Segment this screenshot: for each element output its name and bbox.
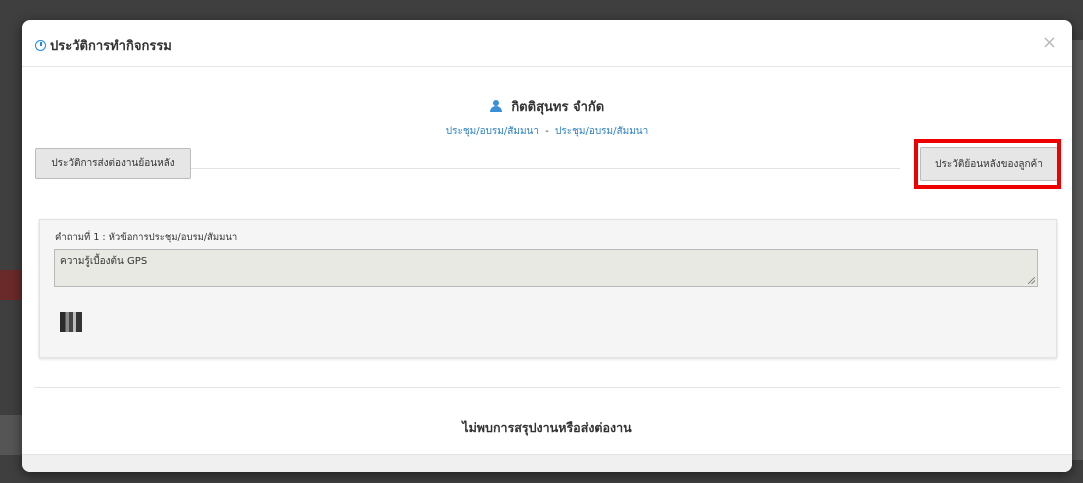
modal-header: ประวัติการทำกิจกรรม × bbox=[22, 20, 1072, 67]
activity-link[interactable]: ประชุม/อบรม/สัมมนา bbox=[446, 126, 539, 137]
question-panel: คำถามที่ 1 : หัวข้อการประชุม/อบรม/สัมมนา… bbox=[39, 219, 1057, 358]
modal-title: ประวัติการทำกิจกรรม bbox=[35, 35, 172, 56]
resize-grip-icon[interactable] bbox=[1028, 277, 1035, 284]
activity-type: ประชุม/อบรม/สัมมนา - ประชุม/อบรม/สัมมนา bbox=[22, 124, 1072, 139]
answer-textarea[interactable]: ความรู้เบื้องต้น GPS bbox=[54, 249, 1038, 287]
activity-separator: - bbox=[545, 126, 549, 137]
activity-history-modal: ประวัติการทำกิจกรรม × กิตติสุนทร จำกัด ป… bbox=[22, 20, 1072, 472]
customer-name-text: กิตติสุนทร จำกัด bbox=[511, 100, 605, 115]
customer-name: กิตติสุนทร จำกัด bbox=[22, 96, 1072, 117]
image-thumbnail[interactable] bbox=[60, 312, 82, 332]
divider bbox=[182, 168, 900, 169]
divider bbox=[34, 387, 1060, 388]
clock-icon bbox=[35, 40, 46, 51]
user-icon bbox=[489, 100, 502, 112]
background-element bbox=[0, 415, 22, 455]
close-icon[interactable]: × bbox=[1042, 32, 1057, 53]
modal-title-text: ประวัติการทำกิจกรรม bbox=[50, 39, 172, 54]
modal-footer bbox=[22, 454, 1072, 472]
background-element bbox=[0, 270, 22, 300]
empty-state-message: ไม่พบการสรุปงานหรือส่งต่องาน bbox=[462, 420, 632, 435]
activity-link[interactable]: ประชุม/อบรม/สัมมนา bbox=[555, 126, 648, 137]
answer-text: ความรู้เบื้องต้น GPS bbox=[60, 256, 148, 267]
question-label: คำถามที่ 1 : หัวข้อการประชุม/อบรม/สัมมนา bbox=[55, 232, 238, 243]
forward-history-button[interactable]: ประวัติการส่งต่องานย้อนหลัง bbox=[35, 148, 191, 179]
highlight-box bbox=[914, 139, 1061, 189]
